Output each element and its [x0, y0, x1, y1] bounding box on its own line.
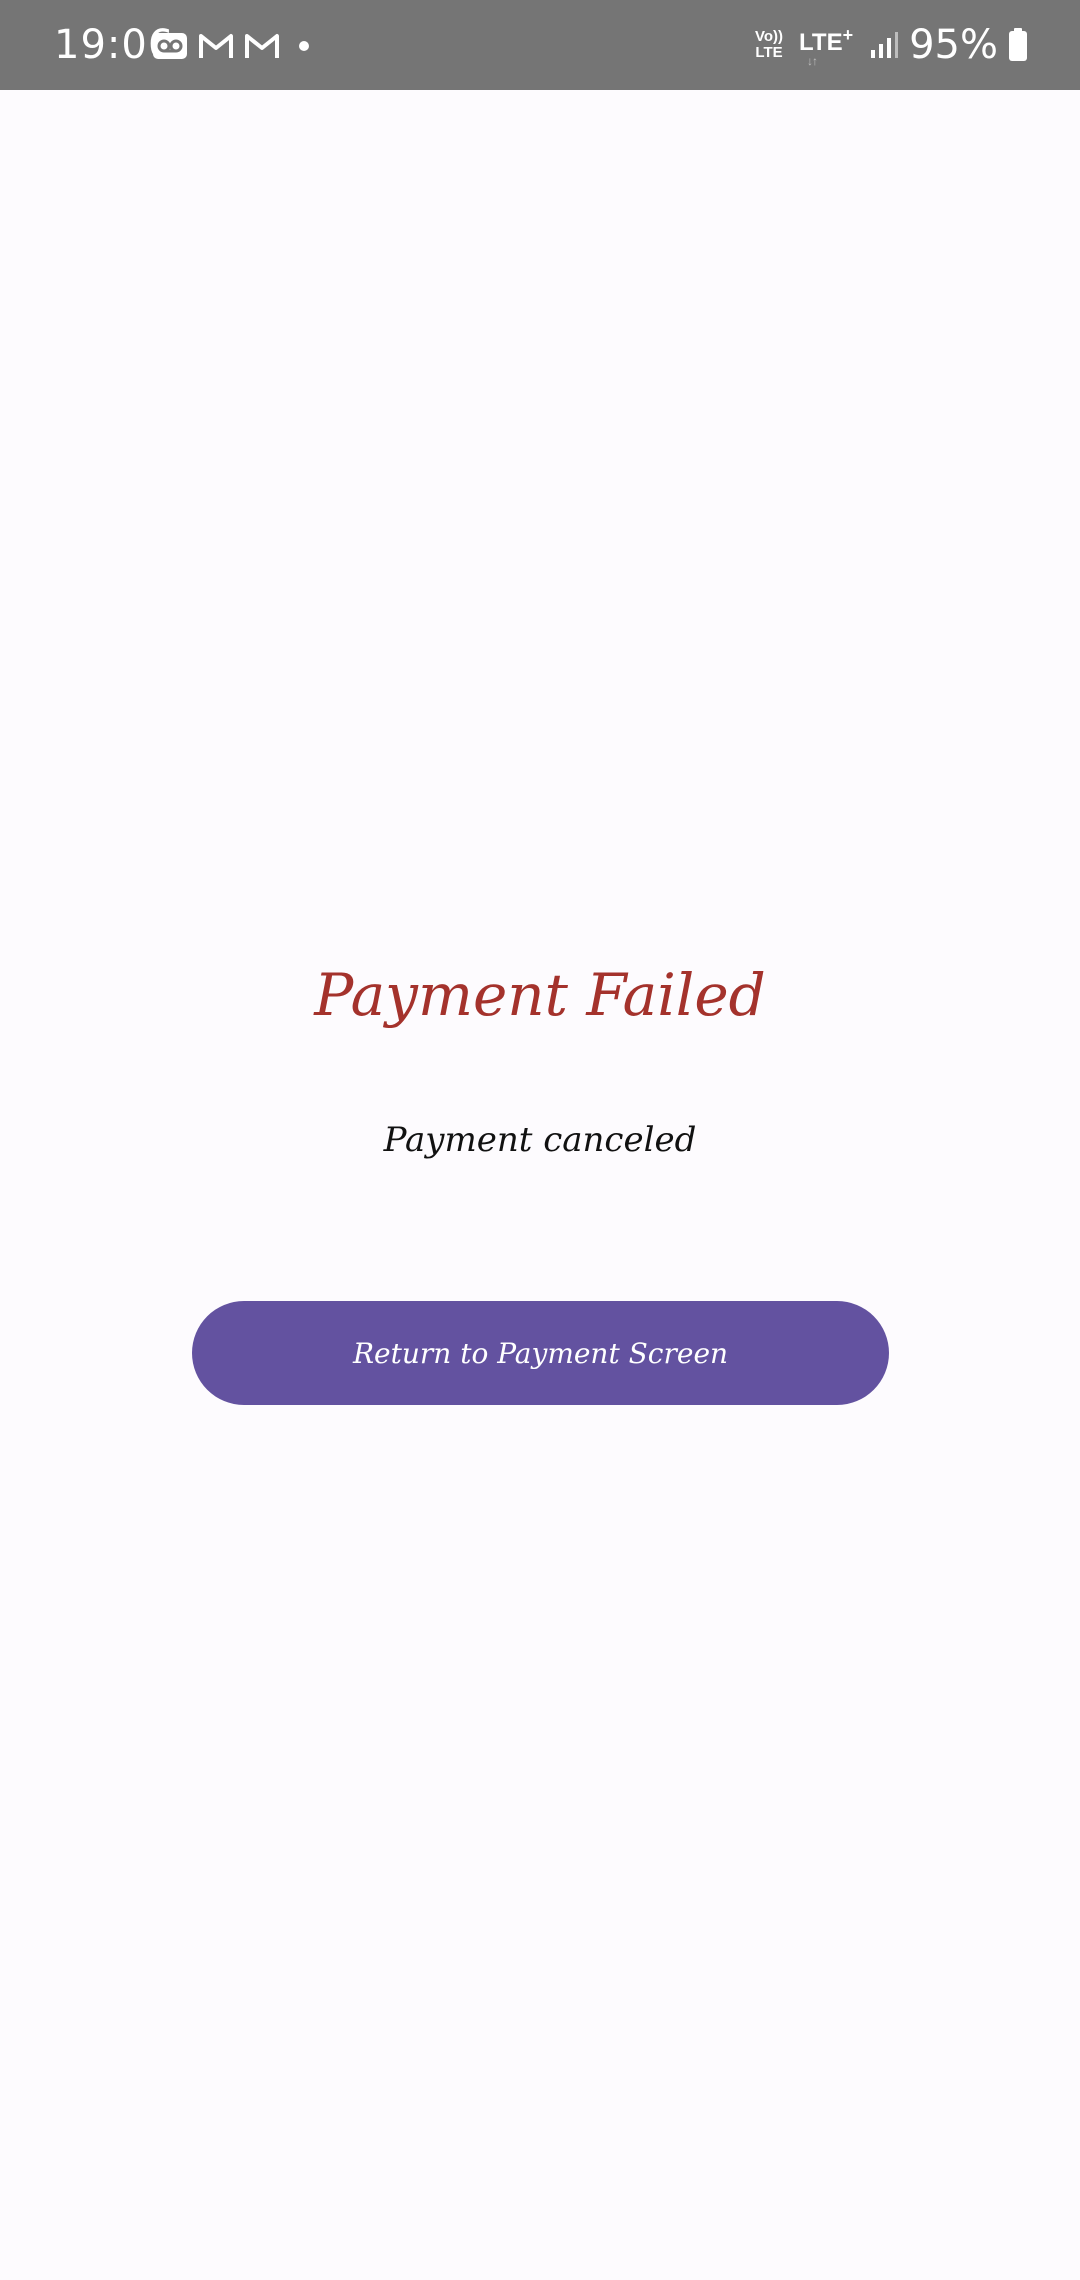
gmail-icon [199, 34, 233, 58]
return-to-payment-button[interactable]: Return to Payment Screen [192, 1301, 889, 1405]
return-button-label: Return to Payment Screen [352, 1336, 729, 1370]
notification-icons [152, 32, 314, 60]
volte-icon: Vo)) LTE [754, 28, 784, 61]
battery-percent: 95% [909, 22, 998, 68]
battery-icon [1009, 28, 1027, 61]
system-icons: Vo)) LTE LTE+ ↓↑ 95% [755, 22, 1028, 68]
signal-icon [871, 32, 899, 58]
status-bar: 19:06 Vo)) LTE LTE+ ↓↑ 95% [0, 0, 1080, 90]
voicemail-icon [153, 33, 187, 59]
dot-icon [299, 41, 309, 51]
payment-failed-title: Payment Failed [314, 961, 766, 1029]
payment-status-message: Payment canceled [383, 1120, 697, 1160]
lte-plus-icon: LTE+ ↓↑ [799, 25, 854, 68]
gmail-icon [245, 34, 279, 58]
